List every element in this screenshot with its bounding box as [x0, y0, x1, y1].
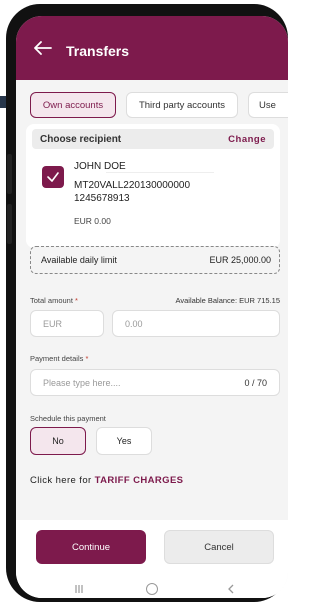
- character-counter: 0 / 70: [244, 378, 267, 388]
- phone-side-button: [7, 204, 12, 244]
- schedule-no-button[interactable]: No: [30, 427, 86, 455]
- divider: [106, 172, 214, 173]
- page-title: Transfers: [66, 43, 130, 59]
- required-marker: *: [85, 354, 89, 363]
- phone-frame: Transfers Own accounts Third party accou…: [6, 4, 288, 602]
- cancel-button[interactable]: Cancel: [164, 530, 274, 564]
- recipient-checkbox[interactable]: [42, 166, 64, 188]
- tab-third-party-accounts[interactable]: Third party accounts: [126, 92, 238, 118]
- payment-details-placeholder: Please type here....: [43, 378, 121, 388]
- daily-limit-value: EUR 25,000.00: [209, 255, 271, 265]
- amount-value: 0.00: [125, 319, 143, 329]
- total-amount-label-text: Total amount: [30, 296, 73, 305]
- daily-limit-box: Available daily limit EUR 25,000.00: [30, 246, 280, 274]
- tab-own-accounts[interactable]: Own accounts: [30, 92, 116, 118]
- recipient-balance: EUR 0.00: [74, 216, 111, 226]
- checkmark-icon: [47, 172, 59, 182]
- recipient-card: Choose recipient Change JOHN DOE MT20VAL…: [26, 124, 280, 248]
- payment-details-label: Payment details *: [30, 354, 88, 363]
- payment-details-label-text: Payment details: [30, 354, 84, 363]
- system-nav-bar: [16, 580, 288, 598]
- chevron-left-icon[interactable]: [226, 584, 236, 594]
- change-recipient-link[interactable]: Change: [228, 134, 266, 145]
- available-balance: Available Balance: EUR 715.15: [175, 296, 280, 305]
- continue-button[interactable]: Continue: [36, 530, 146, 564]
- amount-input[interactable]: 0.00: [112, 310, 280, 337]
- required-marker: *: [75, 296, 78, 305]
- app-header: Transfers: [16, 16, 288, 80]
- app-screen: Transfers Own accounts Third party accou…: [16, 16, 288, 598]
- tariff-charges-link[interactable]: Click here for TARIFF CHARGES: [30, 475, 183, 486]
- recipient-name: JOHN DOE: [74, 161, 126, 172]
- payment-details-input[interactable]: Please type here.... 0 / 70: [30, 369, 280, 396]
- recipient-iban: MT20VALL220130000000: [74, 180, 191, 191]
- account-type-tabs: Own accounts Third party accounts Use: [16, 80, 288, 120]
- schedule-yes-button[interactable]: Yes: [96, 427, 152, 455]
- choose-recipient-label: Choose recipient: [40, 134, 122, 145]
- schedule-label: Schedule this payment: [30, 414, 106, 423]
- recipient-account-number: 1245678913: [74, 193, 130, 204]
- home-circle-icon[interactable]: [146, 583, 158, 595]
- daily-limit-label: Available daily limit: [41, 255, 117, 265]
- arrow-left-icon[interactable]: [34, 41, 52, 55]
- phone-side-button: [7, 154, 12, 194]
- currency-field[interactable]: EUR: [30, 310, 104, 337]
- recipient-card-header: Choose recipient Change: [32, 129, 274, 149]
- tab-use[interactable]: Use: [248, 92, 288, 118]
- recents-icon[interactable]: [74, 584, 84, 594]
- total-amount-label: Total amount *: [30, 296, 78, 305]
- currency-value: EUR: [43, 319, 63, 329]
- tariff-prefix: Click here for: [30, 475, 92, 486]
- tariff-link-text[interactable]: TARIFF CHARGES: [95, 475, 184, 486]
